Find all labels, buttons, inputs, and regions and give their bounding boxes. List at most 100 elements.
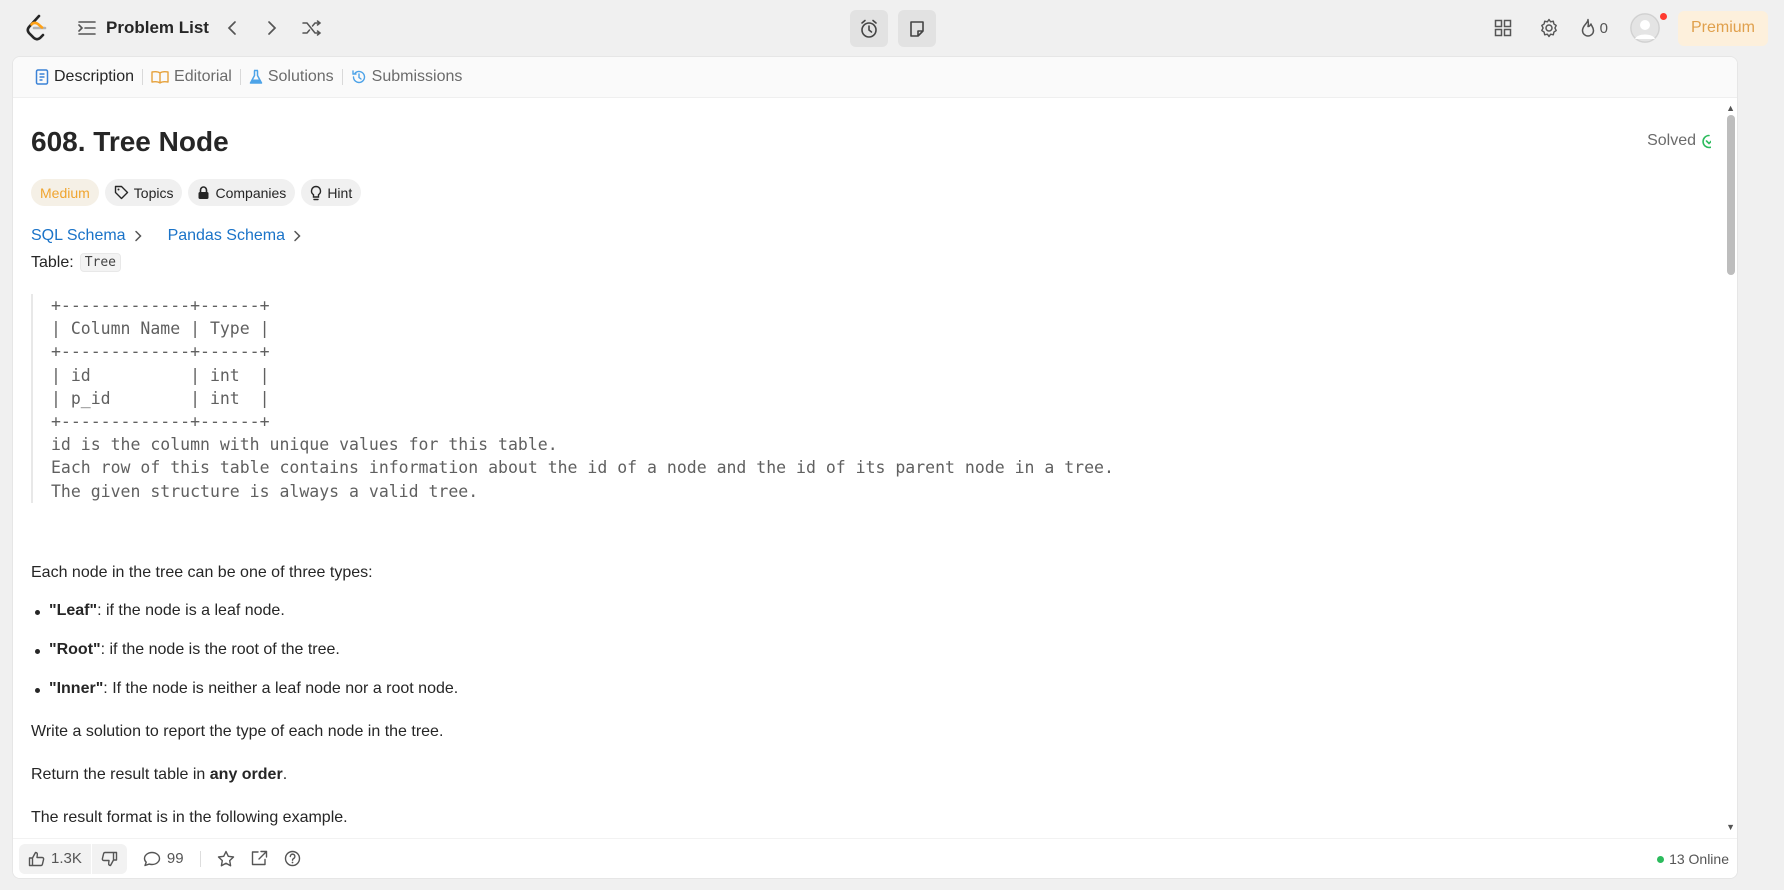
return-text: Return the result table in any order. [31,766,287,784]
list-item: "Inner": If the node is neither a leaf n… [34,680,459,698]
help-button[interactable] [284,850,301,867]
return-suffix: . [282,766,288,783]
shuffle-icon[interactable] [298,14,326,42]
comment-bubble-icon [143,851,161,867]
leetcode-logo-icon[interactable] [25,14,49,42]
problem-list-button[interactable]: Problem List [78,18,209,38]
share-button[interactable] [251,850,268,867]
format-text: The result format is in the following ex… [31,809,348,826]
external-link-icon [251,850,268,867]
sql-schema-link[interactable]: SQL Schema [31,227,142,245]
problem-list-icon [78,20,96,36]
scroll-down-arrow-icon[interactable]: ▼ [1726,822,1735,832]
solved-status: Solved [1647,132,1711,150]
companies-tag[interactable]: Companies [188,179,296,206]
topics-tag[interactable]: Topics [104,179,183,206]
solved-label: Solved [1647,132,1696,149]
fire-icon [1580,18,1596,38]
thumbs-down-icon [101,851,118,867]
hint-label: Hint [327,184,353,201]
top-navbar: Problem List 0 Premium [0,0,1784,56]
tab-submissions[interactable]: Submissions [343,68,471,86]
streak-counter[interactable]: 0 [1580,18,1608,38]
bullet-term: "Inner" [49,680,104,697]
streak-count: 0 [1599,19,1608,37]
list-item: "Leaf": if the node is a leaf node. [35,602,285,620]
like-count: 1.3K [51,850,82,867]
panel-tabs: Description Editorial Solutions Submissi… [13,57,1737,98]
problem-tags: Medium Topics Companies Hint [31,179,362,206]
prev-problem-button[interactable] [218,14,246,42]
intro-text: Each node in the tree can be one of thre… [31,564,373,581]
question-circle-icon [284,850,301,867]
bottom-action-bar: 1.3K 99 13 Online [13,838,1737,878]
tag-icon [114,185,129,200]
star-icon [217,850,235,868]
timer-button[interactable] [850,10,888,47]
problem-title: 608. Tree Node [31,126,229,157]
schema-code-block: +-------------+------+ | Column Name | T… [31,294,1231,503]
lightbulb-icon [310,185,322,201]
online-dot [1657,855,1665,863]
tab-description[interactable]: Description [27,68,142,86]
problem-content: 608. Tree Node Solved Medium Topics Comp… [31,98,1711,840]
tab-editorial[interactable]: Editorial [143,68,240,86]
scrollbar-thumb[interactable] [1727,115,1735,275]
tab-description-label: Description [54,68,135,85]
like-dislike-group: 1.3K [19,843,127,874]
lock-icon [197,185,210,200]
table-name-code: Tree [79,253,122,272]
next-problem-button[interactable] [258,14,286,42]
table-label: Table: [31,253,74,271]
bullet-term: "Root" [49,641,101,658]
check-circle-icon [1702,134,1711,149]
return-prefix: Return the result table in [31,766,210,783]
topics-label: Topics [133,184,174,201]
notes-button[interactable] [898,10,936,47]
bullet-text: : if the node is the root of the tree. [100,641,340,658]
chevron-right-icon [134,230,142,242]
tab-submissions-label: Submissions [371,68,463,85]
book-icon [151,70,169,84]
difficulty-badge: Medium [31,179,99,206]
pandas-schema-label: Pandas Schema [167,227,285,244]
table-line: Table: Tree [31,253,122,272]
thumbs-up-icon [28,851,45,867]
bullet-text: : if the node is a leaf node. [97,602,285,619]
list-item: "Root": if the node is the root of the t… [35,641,340,659]
user-avatar[interactable] [1629,13,1660,43]
history-icon [351,69,367,85]
bullet-text: : If the node is neither a leaf node nor… [103,680,459,697]
notification-dot [1660,13,1667,20]
scroll-up-arrow-icon[interactable]: ▲ [1726,103,1735,113]
bottom-divider [199,850,201,867]
hint-tag[interactable]: Hint [301,179,362,206]
schema-links: SQL Schema Pandas Schema [31,227,301,245]
note-icon [908,20,926,38]
online-indicator: 13 Online [1657,851,1729,867]
tab-editorial-label: Editorial [174,68,232,85]
premium-button[interactable]: Premium [1677,10,1768,46]
companies-label: Companies [215,184,287,201]
dislike-button[interactable] [92,851,127,867]
chevron-right-icon [293,230,301,242]
favorite-button[interactable] [217,850,235,868]
tab-solutions-label: Solutions [267,68,334,85]
settings-gear-icon[interactable] [1534,13,1564,43]
sql-schema-label: SQL Schema [31,227,126,244]
return-bold: any order [209,766,283,783]
alarm-clock-icon [859,19,879,39]
pandas-schema-link[interactable]: Pandas Schema [168,227,301,245]
problem-panel: Description Editorial Solutions Submissi… [12,56,1738,879]
layout-grid-icon[interactable] [1488,13,1518,43]
flask-icon [249,69,263,85]
problem-list-label: Problem List [106,18,209,37]
task-text: Write a solution to report the type of e… [31,723,444,740]
comments-button[interactable]: 99 [143,850,184,867]
comment-count: 99 [166,850,184,867]
document-icon [35,69,49,85]
bullet-term: "Leaf" [49,602,98,619]
tab-solutions[interactable]: Solutions [241,68,342,86]
online-count: 13 Online [1669,851,1729,867]
like-button[interactable]: 1.3K [19,850,91,867]
